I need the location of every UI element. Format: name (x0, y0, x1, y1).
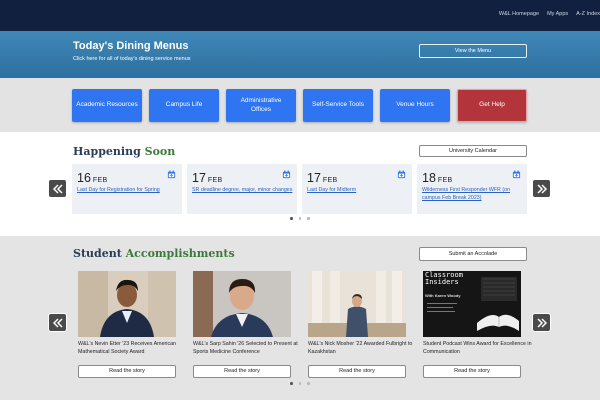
add-to-calendar-icon[interactable] (282, 170, 291, 179)
story-caption: W&L's Sarp Sahin '26 Selected to Present… (193, 341, 298, 356)
event-day: 17 (307, 171, 321, 185)
story-caption: W&L's Nick Mosher '22 Awarded Fulbright … (308, 341, 413, 356)
event-date: 18 FEB (422, 169, 452, 187)
read-story-button[interactable]: Read the story (308, 365, 406, 378)
happening-soon-section: Happening Soon University Calendar 16 FEB… (0, 132, 600, 236)
dining-subtitle[interactable]: Click here for all of today's dining ser… (73, 56, 191, 62)
my-apps-link[interactable]: My Apps (547, 11, 568, 17)
happening-title-part1: Happening (73, 145, 141, 158)
view-menu-button[interactable]: View the Menu (419, 44, 527, 58)
wl-homepage-link[interactable]: W&L Homepage (499, 11, 539, 17)
self-service-tools-button[interactable]: Self-Service Tools (303, 89, 373, 122)
accomplishments-title-part2: Accomplishments (125, 247, 235, 260)
event-month: FEB (322, 177, 338, 184)
venue-hours-button[interactable]: Venue Hours (380, 89, 450, 122)
student-portrait-image (78, 271, 176, 337)
event-title-link[interactable]: SR deadline degree, major, minor changes (192, 187, 293, 195)
top-navigation-bar: W&L Homepage My Apps A-Z Index (0, 0, 600, 31)
accomplishments-title: Student Accomplishments (73, 247, 235, 260)
podcast-promo-image[interactable]: Classroom Insiders With Karen Woody (423, 271, 521, 337)
student-portrait-image (308, 271, 406, 337)
double-chevron-left-icon (52, 183, 63, 194)
event-title-link[interactable]: Last Day for Registration for Spring (77, 187, 178, 195)
student-portrait-image (193, 271, 291, 337)
pagination-dot[interactable] (307, 217, 310, 220)
event-day: 18 (422, 171, 436, 185)
add-to-calendar-icon[interactable] (397, 170, 406, 179)
event-day: 17 (192, 171, 206, 185)
quick-links: Academic Resources Campus Life Administr… (0, 78, 600, 132)
events-next-button[interactable] (532, 179, 551, 198)
read-story-button[interactable]: Read the story (193, 365, 291, 378)
double-chevron-right-icon (536, 317, 547, 328)
az-index-link[interactable]: A-Z Index (576, 11, 600, 17)
dining-menus-banner[interactable]: Today's Dining Menus Click here for all … (0, 31, 600, 78)
submit-accolade-button[interactable]: Submit an Accolade (419, 247, 527, 261)
get-help-button[interactable]: Get Help (457, 89, 527, 122)
double-chevron-left-icon (52, 317, 63, 328)
event-month: FEB (207, 177, 223, 184)
event-date: 16 FEB (77, 169, 107, 187)
event-month: FEB (92, 177, 108, 184)
add-to-calendar-icon[interactable] (512, 170, 521, 179)
event-month: FEB (437, 177, 453, 184)
event-title-link[interactable]: Last Day for Midterm (307, 187, 408, 195)
event-card[interactable]: 17 FEB Last Day for Midterm (302, 164, 412, 214)
pagination-dot[interactable] (290, 217, 293, 220)
pagination-dot[interactable] (298, 382, 302, 385)
student-accomplishments-section: Student Accomplishments Submit an Accola… (0, 236, 600, 400)
story-caption: Student Podcast Wins Award for Excellenc… (423, 341, 532, 356)
academic-resources-button[interactable]: Academic Resources (72, 89, 142, 122)
double-chevron-right-icon (536, 183, 547, 194)
event-date: 17 FEB (192, 169, 222, 187)
pagination-dot[interactable] (307, 382, 310, 385)
event-card[interactable]: 18 FEB Wilderness First Responder WFR (on… (417, 164, 527, 214)
events-prev-button[interactable] (48, 179, 67, 198)
accomplishments-pagination (0, 382, 600, 385)
administrative-offices-button[interactable]: Administrative Offices (226, 89, 296, 122)
event-title-link[interactable]: Wilderness First Responder WFR (on campu… (422, 187, 523, 203)
event-date: 17 FEB (307, 169, 337, 187)
dining-title: Today's Dining Menus (73, 40, 189, 52)
events-pagination (0, 217, 600, 220)
read-story-button[interactable]: Read the story (423, 365, 521, 378)
student-photo[interactable] (193, 271, 291, 337)
pagination-dot[interactable] (290, 382, 293, 385)
university-calendar-button[interactable]: University Calendar (419, 145, 527, 157)
accomplishments-prev-button[interactable] (48, 313, 67, 332)
utility-links: W&L Homepage My Apps A-Z Index (499, 11, 600, 17)
student-photo[interactable] (308, 271, 406, 337)
add-to-calendar-icon[interactable] (167, 170, 176, 179)
story-caption: W&L's Nevin Etter '23 Receives American … (78, 341, 176, 356)
event-card[interactable]: 17 FEB SR deadline degree, major, minor c… (187, 164, 297, 214)
read-story-button[interactable]: Read the story (78, 365, 176, 378)
pagination-dot[interactable] (298, 217, 302, 220)
campus-life-button[interactable]: Campus Life (149, 89, 219, 122)
event-card[interactable]: 16 FEB Last Day for Registration for Spri… (72, 164, 182, 214)
event-day: 16 (77, 171, 91, 185)
happening-title-part2: Soon (144, 145, 176, 158)
accomplishments-next-button[interactable] (532, 313, 551, 332)
podcast-illustration (427, 277, 519, 331)
accomplishments-title-part1: Student (73, 247, 122, 260)
student-photo[interactable] (78, 271, 176, 337)
happening-soon-title: Happening Soon (73, 145, 175, 158)
